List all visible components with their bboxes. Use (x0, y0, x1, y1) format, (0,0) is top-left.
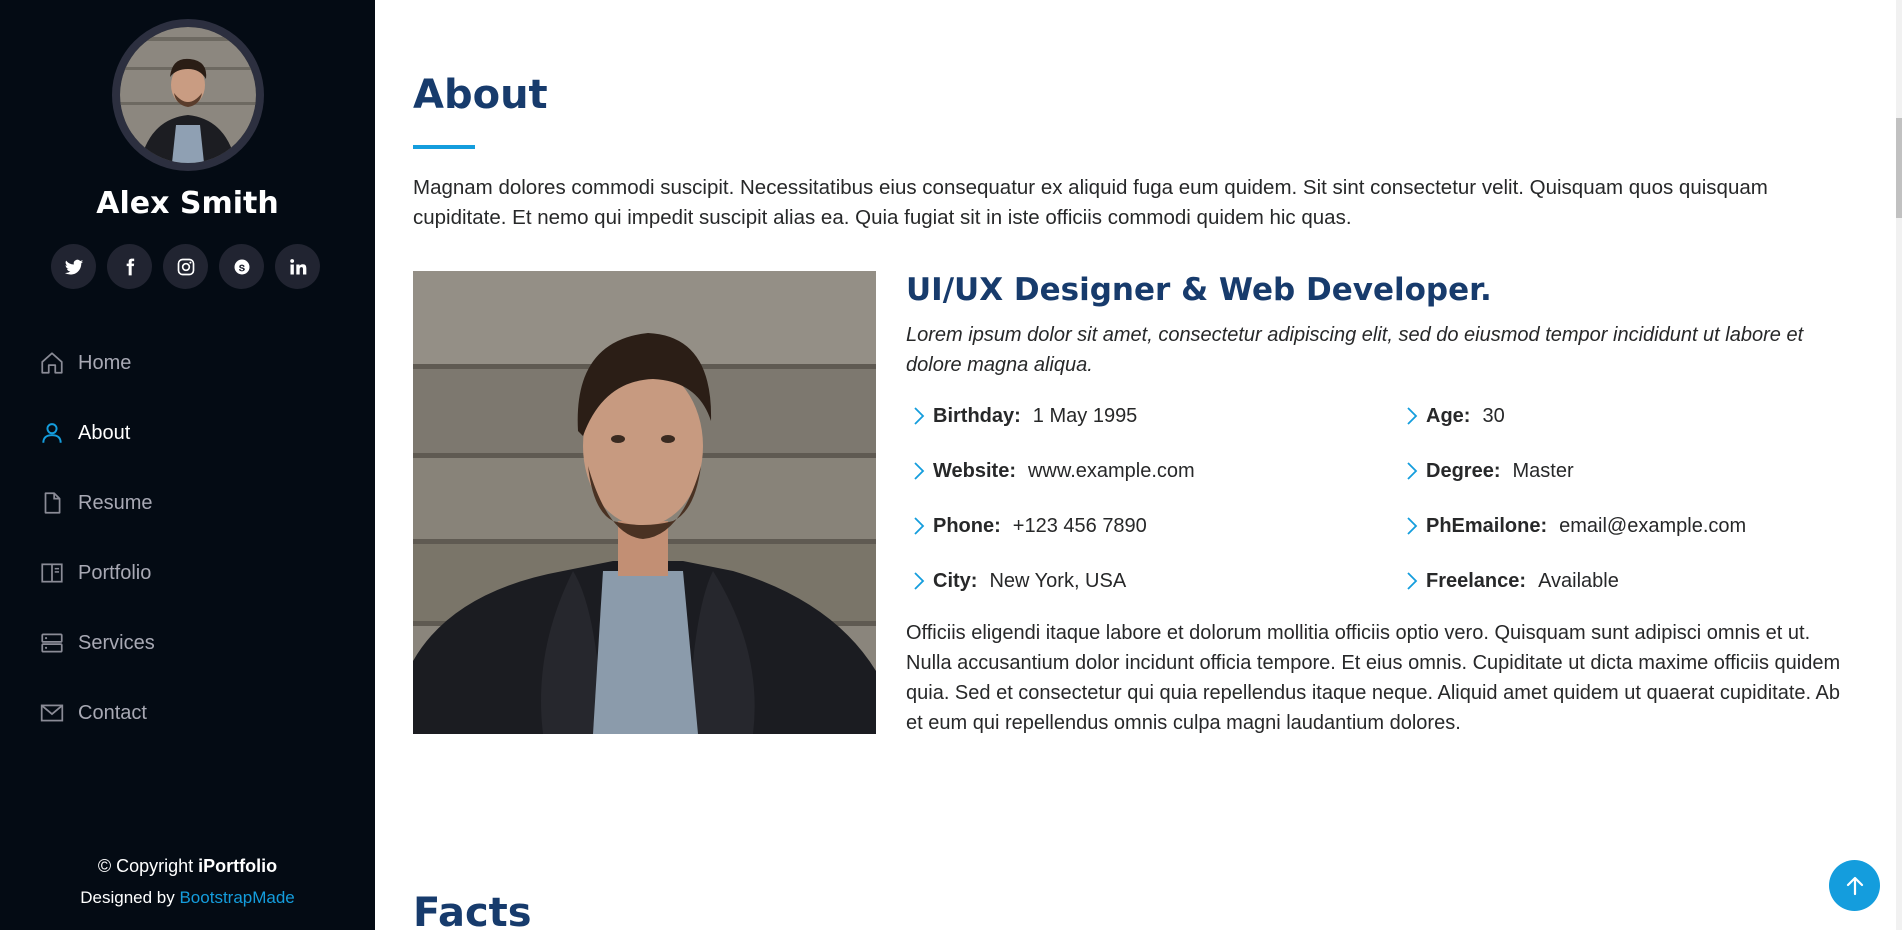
fact-age: Age: 30 (1399, 401, 1856, 431)
scrollbar[interactable] (1896, 0, 1902, 930)
fact-birthday: Birthday: 1 May 1995 (906, 401, 1399, 431)
fact-website: Website: www.example.com (906, 456, 1399, 486)
social-links (51, 244, 320, 289)
person-icon (39, 420, 65, 446)
about-details: UI/UX Designer & Web Developer. Lorem ip… (906, 271, 1856, 738)
fact-phone: Phone: +123 456 7890 (906, 511, 1399, 541)
twitter-icon (64, 259, 83, 275)
instagram-icon (177, 258, 194, 275)
copyright: © Copyright iPortfolio (0, 856, 375, 877)
fact-degree: Degree: Master (1399, 456, 1856, 486)
about-intro: Magnam dolores commodi suscipit. Necessi… (413, 176, 1768, 229)
chevron-right-icon (906, 568, 932, 594)
tagline: Lorem ipsum dolor sit amet, consectetur … (906, 324, 1804, 376)
fact-freelance: Freelance: Available (1399, 566, 1856, 596)
home-icon (39, 350, 65, 376)
back-to-top-button[interactable] (1829, 860, 1880, 911)
copyright-prefix: © Copyright (97, 856, 199, 876)
envelope-icon (39, 700, 65, 726)
nav-item-services[interactable]: Services (0, 608, 375, 678)
arrow-up-icon (1846, 876, 1863, 895)
credits-link[interactable]: BootstrapMade (179, 888, 294, 907)
main-content: About Magnam dolores commodi suscipit. N… (375, 0, 1902, 930)
file-icon (39, 490, 65, 516)
title-underline (413, 145, 475, 149)
nav-item-contact[interactable]: Contact (0, 678, 375, 748)
instagram-link[interactable] (163, 244, 208, 289)
skype-icon (234, 259, 249, 274)
nav-label-services: Services (78, 631, 155, 654)
profile-photo-small (120, 27, 256, 163)
linkedin-icon (289, 258, 306, 274)
profile-avatar (112, 19, 264, 171)
copyright-brand: iPortfolio (198, 856, 278, 876)
credits-prefix: Designed by (80, 888, 180, 907)
chevron-right-icon (906, 403, 932, 429)
nav-label-resume: Resume (78, 491, 153, 514)
profile-name: Alex Smith (96, 186, 279, 221)
twitter-link[interactable] (51, 244, 96, 289)
main-nav: Home About Resume Portfolio Services Con… (0, 328, 375, 748)
about-outro: Officiis eligendi itaque labore et dolor… (906, 622, 1841, 734)
server-icon (39, 630, 65, 656)
chevron-right-icon (906, 513, 932, 539)
nav-item-about[interactable]: About (0, 398, 375, 468)
scrollbar-thumb[interactable] (1896, 118, 1902, 218)
nav-item-resume[interactable]: Resume (0, 468, 375, 538)
nav-item-portfolio[interactable]: Portfolio (0, 538, 375, 608)
chevron-right-icon (906, 458, 932, 484)
role-title: UI/UX Designer & Web Developer. (906, 272, 1492, 308)
nav-label-home: Home (78, 351, 132, 374)
linkedin-link[interactable] (275, 244, 320, 289)
skype-link[interactable] (219, 244, 264, 289)
nav-label-about: About (78, 421, 131, 444)
facts-title: Facts (413, 890, 532, 930)
profile-photo (413, 271, 876, 734)
nav-item-home[interactable]: Home (0, 328, 375, 398)
fact-email: PhEmailone: email@example.com (1399, 511, 1856, 541)
chevron-right-icon (1399, 458, 1425, 484)
book-icon (39, 560, 65, 586)
chevron-right-icon (1399, 568, 1425, 594)
facts-list: Birthday: 1 May 1995 Age: 30 Website: ww… (906, 401, 1856, 596)
facebook-link[interactable] (107, 244, 152, 289)
fact-city: City: New York, USA (906, 566, 1399, 596)
credits: Designed by BootstrapMade (0, 888, 375, 908)
chevron-right-icon (1399, 513, 1425, 539)
sidebar: Alex Smith Home About Resume Portfolio S… (0, 0, 375, 930)
nav-label-contact: Contact (78, 701, 147, 724)
facebook-icon (126, 258, 134, 275)
chevron-right-icon (1399, 403, 1425, 429)
about-title: About (413, 72, 548, 118)
nav-label-portfolio: Portfolio (78, 561, 152, 584)
